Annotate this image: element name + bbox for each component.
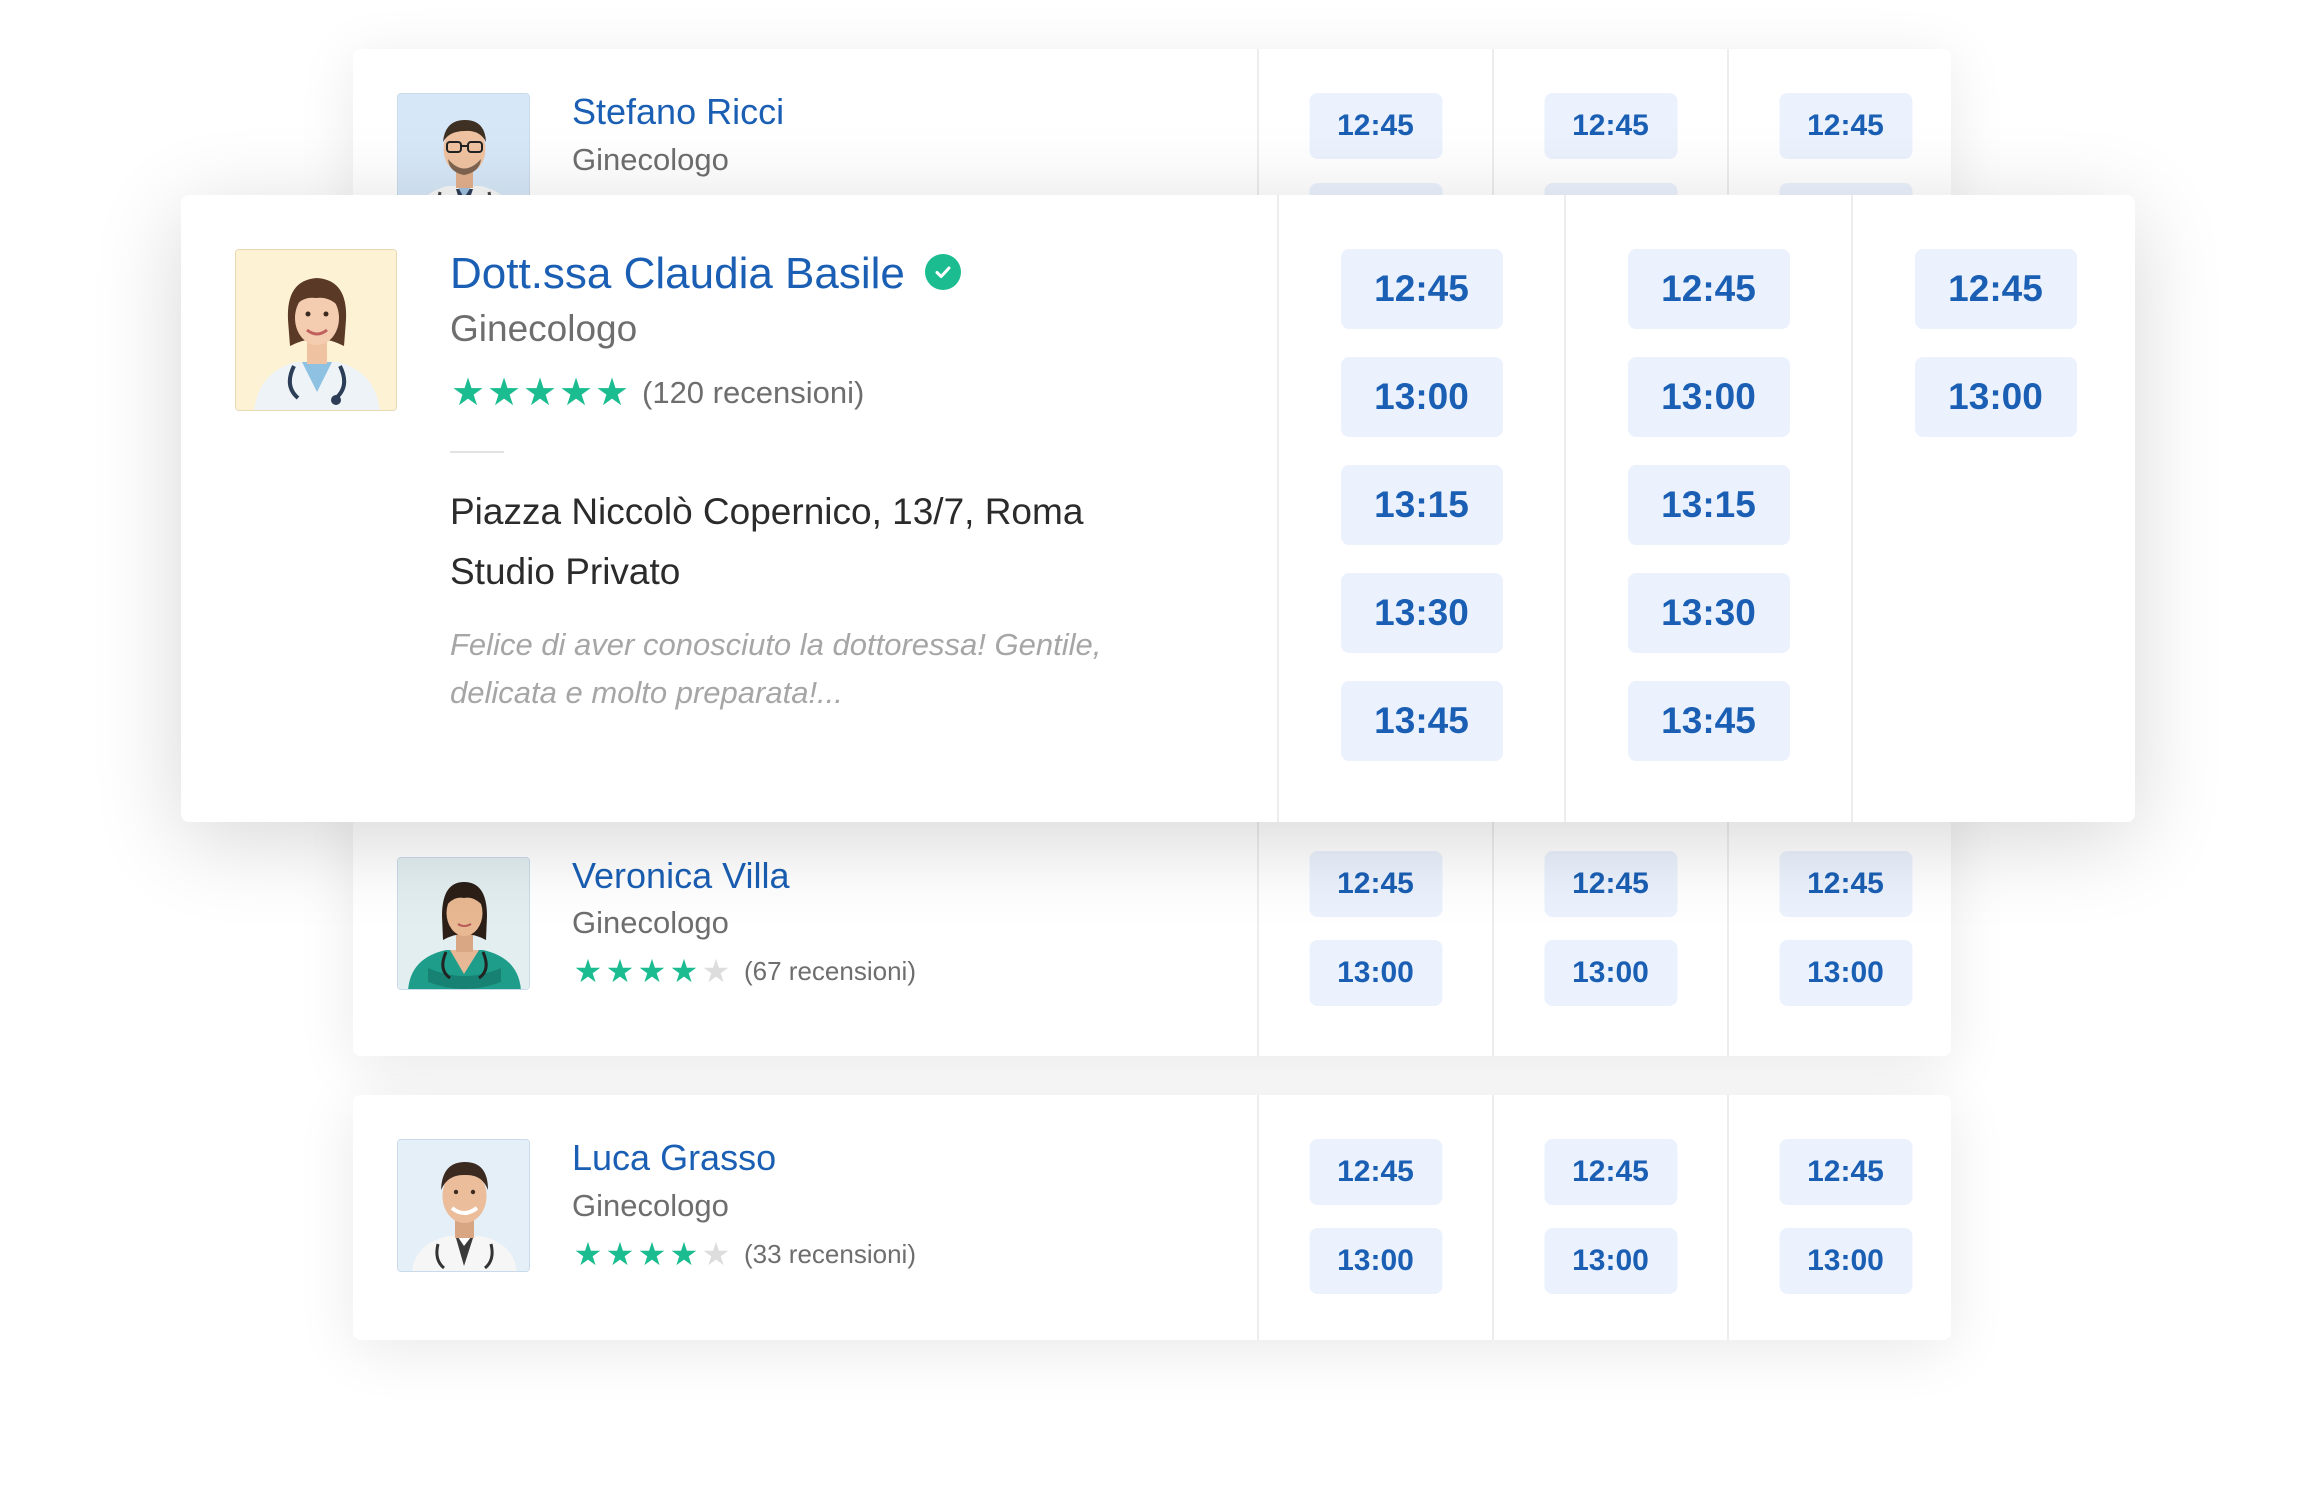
doctor-specialty: Ginecologo <box>450 308 638 349</box>
doctor-avatar <box>235 249 397 411</box>
star-filled-icon: ★ <box>450 372 486 414</box>
doctor-card-stefano-ricci: Stefano Ricci Ginecologo 12:4513:0012:45… <box>353 49 1951 209</box>
location-type: Studio Privato <box>450 551 681 592</box>
doctor-specialty: Ginecologo <box>572 905 729 940</box>
time-slot-button[interactable]: 13:30 <box>1340 573 1503 653</box>
rating: ★ ★ ★ ★ ★ (120 recensioni) <box>450 370 864 415</box>
time-slot-button[interactable]: 13:15 <box>1340 465 1503 545</box>
doctor-avatar <box>397 1139 530 1272</box>
time-slot-button[interactable]: 12:45 <box>1779 851 1912 917</box>
star-filled-icon: ★ <box>573 953 603 989</box>
doctor-name[interactable]: Stefano Ricci <box>572 91 784 133</box>
time-slot-button[interactable]: 12:45 <box>1544 1139 1677 1205</box>
doctor-specialty: Ginecologo <box>572 142 729 177</box>
star-filled-icon: ★ <box>558 372 594 414</box>
time-slot-button[interactable]: 12:45 <box>1544 851 1677 917</box>
day-column: 12:45 13:00 13:15 13:30 13:45 <box>1277 195 1564 822</box>
star-empty-icon: ★ <box>701 1236 731 1272</box>
doctor-specialty: Ginecologo <box>572 1188 729 1223</box>
reviews-count[interactable]: (33 recensioni) <box>744 1239 916 1270</box>
doctor-avatar <box>397 93 530 209</box>
star-filled-icon: ★ <box>486 372 522 414</box>
address: Piazza Niccolò Copernico, 13/7, Roma <box>450 491 1084 532</box>
doctor-avatar <box>397 857 530 990</box>
day-column: 12:45 13:00 <box>1727 1095 1951 1340</box>
time-slot-button[interactable]: 12:45 <box>1309 1139 1442 1205</box>
review-snippet: Felice di aver conosciuto la dottoressa!… <box>450 627 1102 710</box>
doctor-name[interactable]: Dott.ssa Claudia Basile <box>450 249 961 299</box>
doctor-card-luca-grasso: Luca Grasso Ginecologo ★ ★ ★ ★ ★ (33 recensi… <box>353 1095 1951 1340</box>
time-slot-button[interactable]: 13:00 <box>1914 357 2077 437</box>
time-slot-button[interactable]: 13:45 <box>1340 681 1503 761</box>
time-slot-button[interactable]: 12:45 <box>1779 93 1912 159</box>
star-filled-icon: ★ <box>594 372 630 414</box>
time-slot-button[interactable]: 13:00 <box>1779 1228 1912 1294</box>
day-column: 12:4513:00 <box>1727 49 1951 209</box>
day-column: 12:45 13:00 <box>1257 1095 1492 1340</box>
star-filled-icon: ★ <box>637 953 667 989</box>
time-slot-button[interactable]: 12:45 <box>1309 851 1442 917</box>
time-slot-button[interactable]: 13:15 <box>1627 465 1790 545</box>
rating: ★ ★ ★ ★ ★ (67 recensioni) <box>572 952 916 990</box>
star-filled-icon: ★ <box>669 953 699 989</box>
day-column: 12:4513:00 <box>1492 49 1727 209</box>
time-slot-button[interactable]: 12:45 <box>1627 249 1790 329</box>
star-filled-icon: ★ <box>669 1236 699 1272</box>
time-slot-button[interactable]: 13:00 <box>1627 357 1790 437</box>
star-filled-icon: ★ <box>522 372 558 414</box>
doctor-name-text: Dott.ssa Claudia Basile <box>450 249 905 298</box>
time-slot-button[interactable]: 13:00 <box>1779 940 1912 1006</box>
star-filled-icon: ★ <box>605 953 635 989</box>
star-filled-icon: ★ <box>573 1236 603 1272</box>
star-filled-icon: ★ <box>637 1236 667 1272</box>
time-slot-button[interactable]: 13:00 <box>1309 940 1442 1006</box>
doctor-card-claudia-basile: Dott.ssa Claudia Basile Ginecologo ★ ★ ★ ★ ★… <box>181 195 2135 822</box>
time-slot-button[interactable]: 13:30 <box>1627 573 1790 653</box>
star-empty-icon: ★ <box>701 953 731 989</box>
day-column: 12:45 13:00 13:15 13:30 13:45 <box>1564 195 1851 822</box>
doctor-name[interactable]: Veronica Villa <box>572 855 789 897</box>
rating-stars: ★ ★ ★ ★ ★ <box>450 370 630 415</box>
rating: ★ ★ ★ ★ ★ (33 recensioni) <box>572 1235 916 1273</box>
time-slot-button[interactable]: 13:00 <box>1309 1228 1442 1294</box>
divider <box>450 451 504 453</box>
check-circle-icon <box>924 254 961 291</box>
rating-stars: ★ ★ ★ ★ ★ <box>572 952 732 990</box>
day-column: 12:45 13:00 <box>1492 1095 1727 1340</box>
time-slot-button[interactable]: 13:00 <box>1340 357 1503 437</box>
rating-stars: ★ ★ ★ ★ ★ <box>572 1235 732 1273</box>
time-slot-button[interactable]: 13:00 <box>1544 940 1677 1006</box>
doctor-name[interactable]: Luca Grasso <box>572 1137 776 1179</box>
time-slot-button[interactable]: 12:45 <box>1914 249 2077 329</box>
time-slot-button[interactable]: 13:45 <box>1627 681 1790 761</box>
time-slot-button[interactable]: 12:45 <box>1340 249 1503 329</box>
time-slot-button[interactable]: 12:45 <box>1779 1139 1912 1205</box>
reviews-count[interactable]: (120 recensioni) <box>642 375 864 411</box>
star-filled-icon: ★ <box>605 1236 635 1272</box>
time-slot-button[interactable]: 13:00 <box>1544 1228 1677 1294</box>
time-slot-button[interactable]: 12:45 <box>1544 93 1677 159</box>
time-slot-button[interactable]: 12:45 <box>1309 93 1442 159</box>
day-column: 12:45 13:00 <box>1851 195 2135 822</box>
day-column: 12:4513:00 <box>1257 49 1492 209</box>
reviews-count[interactable]: (67 recensioni) <box>744 956 916 987</box>
